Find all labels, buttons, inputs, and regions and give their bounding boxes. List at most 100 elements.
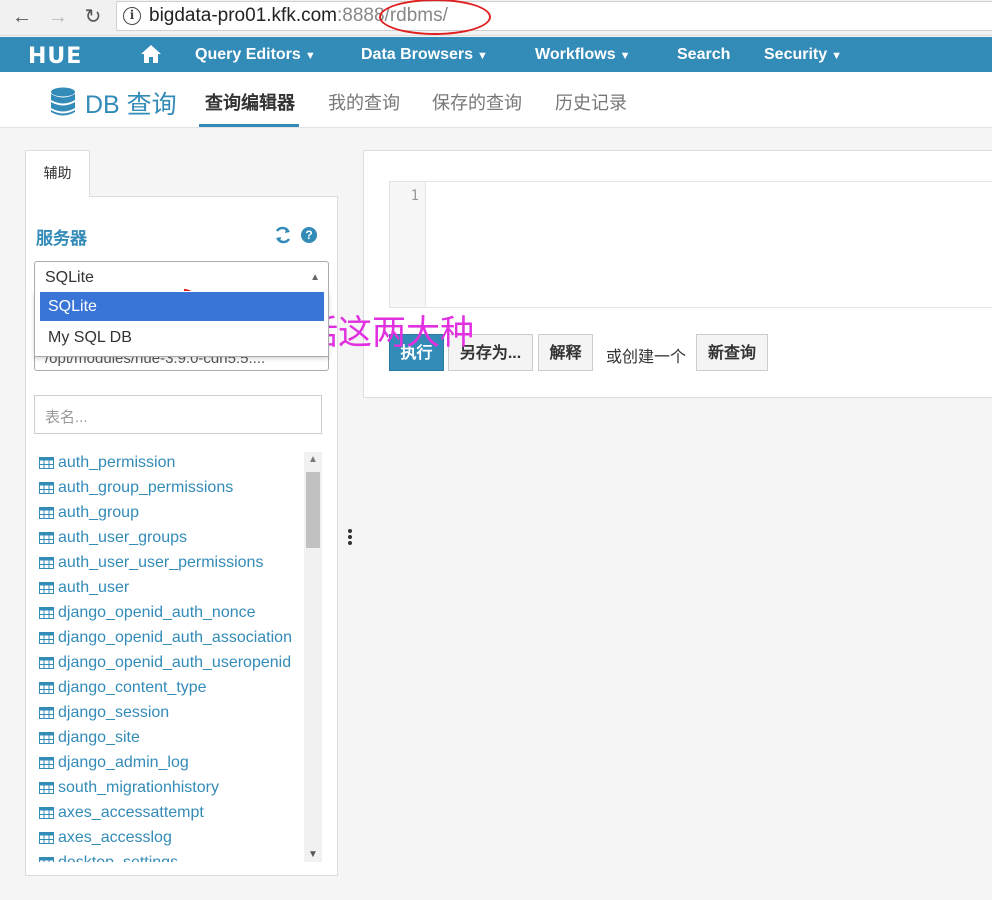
or-create-text: 或创建一个 [606, 349, 687, 366]
table-item[interactable]: axes_accesslog [38, 827, 303, 852]
table-name: django_openid_auth_nonce [58, 604, 256, 621]
table-icon [39, 657, 54, 669]
sql-editor[interactable]: 1 [389, 181, 992, 308]
table-name: south_migrationhistory [58, 779, 219, 796]
scroll-up-icon[interactable]: ▲ [308, 454, 318, 465]
nav-security[interactable]: Security ▼ [764, 46, 842, 64]
dropdown-option-mysql[interactable]: My SQL DB [40, 323, 324, 352]
table-icon [39, 582, 54, 594]
table-icon [39, 557, 54, 569]
active-tab-indicator [199, 124, 299, 127]
tab-assist[interactable]: 辅助 [25, 150, 90, 197]
browser-toolbar: ← → ↻ i bigdata-pro01.kfk.com:8888/rdbms… [0, 0, 992, 36]
table-search-input[interactable]: 表名... [34, 395, 322, 434]
table-name: auth_group_permissions [58, 479, 234, 496]
table-name: desktop_settings [58, 854, 178, 862]
table-icon [39, 457, 54, 469]
table-item[interactable]: south_migrationhistory [38, 777, 303, 802]
table-icon [39, 782, 54, 794]
table-icon [39, 632, 54, 644]
scroll-thumb[interactable] [306, 472, 320, 548]
url-host: bigdata-pro01.kfk.com [149, 5, 337, 26]
table-item[interactable]: auth_group [38, 502, 303, 527]
table-item[interactable]: axes_accessattempt [38, 802, 303, 827]
editor-gutter: 1 [390, 182, 426, 307]
table-name: django_openid_auth_association [58, 629, 292, 646]
app-subheader: DB 查询 查询编辑器 我的查询 保存的查询 历史记录 [0, 72, 992, 128]
scroll-down-icon[interactable]: ▼ [308, 849, 318, 860]
table-icon [39, 732, 54, 744]
annotation-ellipse [379, 0, 491, 35]
table-item[interactable]: auth_user_groups [38, 527, 303, 552]
table-search-placeholder: 表名... [45, 409, 88, 426]
forward-button[interactable]: → [46, 5, 70, 29]
nav-search-label: Search [677, 46, 731, 63]
table-item[interactable]: django_openid_auth_nonce [38, 602, 303, 627]
table-item[interactable]: django_session [38, 702, 303, 727]
refresh-icon[interactable] [274, 226, 292, 244]
table-name: auth_user_groups [58, 529, 187, 546]
table-name: axes_accesslog [58, 829, 172, 846]
hue-navbar: HUE Query Editors ▼ Data Browsers ▼ Workfl… [0, 37, 992, 72]
hue-logo[interactable]: HUE [28, 44, 82, 69]
table-list: auth_permission auth_group_permissions a… [38, 452, 303, 862]
help-icon[interactable]: ? [301, 227, 317, 243]
chevron-down-icon: ▼ [619, 50, 631, 62]
tab-my-queries[interactable]: 我的查询 [328, 89, 400, 115]
table-name: django_session [58, 704, 170, 721]
table-list-scrollbar[interactable]: ▲ ▼ [304, 452, 322, 862]
table-name: django_openid_auth_useropenid [58, 654, 292, 671]
table-name: django_site [58, 729, 140, 746]
table-name: auth_user_user_permissions [58, 554, 264, 571]
chevron-up-icon: ▲ [310, 272, 320, 283]
server-dropdown: SQLite My SQL DB [34, 291, 329, 357]
reload-button[interactable]: ↻ [81, 5, 105, 29]
line-number: 1 [410, 188, 419, 204]
explain-button[interactable]: 解释 [538, 334, 593, 371]
tab-saved-queries[interactable]: 保存的查询 [432, 89, 522, 115]
table-name: auth_user [58, 579, 130, 596]
table-icon [39, 607, 54, 619]
table-item[interactable]: django_site [38, 727, 303, 752]
table-icon [39, 757, 54, 769]
nav-workflows[interactable]: Workflows ▼ [535, 46, 631, 64]
chevron-down-icon: ▼ [831, 50, 843, 62]
nav-data-browsers-label: Data Browsers [361, 46, 474, 63]
nav-search[interactable]: Search [677, 46, 730, 64]
new-query-button[interactable]: 新查询 [696, 334, 768, 371]
table-item[interactable]: django_content_type [38, 677, 303, 702]
home-icon[interactable] [140, 44, 162, 64]
tab-history[interactable]: 历史记录 [555, 89, 627, 115]
table-icon [39, 707, 54, 719]
table-item[interactable]: auth_user_user_permissions [38, 552, 303, 577]
nav-query-editors[interactable]: Query Editors ▼ [195, 46, 316, 64]
table-icon [39, 857, 54, 862]
back-button[interactable]: ← [10, 5, 34, 29]
tab-query-editor[interactable]: 查询编辑器 [205, 89, 295, 115]
table-name: django_content_type [58, 679, 207, 696]
server-select-value: SQLite [45, 269, 94, 286]
table-item[interactable]: desktop_settings [38, 852, 303, 862]
database-icon [51, 87, 75, 116]
server-label: 服务器 [36, 229, 87, 248]
panel-resize-handle[interactable] [348, 529, 352, 545]
table-icon [39, 832, 54, 844]
info-icon[interactable]: i [123, 7, 141, 25]
address-bar[interactable]: i bigdata-pro01.kfk.com:8888/rdbms/ [116, 1, 992, 31]
table-icon [39, 507, 54, 519]
nav-data-browsers[interactable]: Data Browsers ▼ [361, 46, 488, 64]
nav-query-editors-label: Query Editors [195, 46, 301, 63]
table-item[interactable]: django_openid_auth_useropenid [38, 652, 303, 677]
table-item[interactable]: auth_group_permissions [38, 477, 303, 502]
table-name: auth_group [58, 504, 139, 521]
chevron-down-icon: ▼ [477, 50, 488, 62]
table-item[interactable]: django_admin_log [38, 752, 303, 777]
table-item[interactable]: django_openid_auth_association [38, 627, 303, 652]
table-name: axes_accessattempt [58, 804, 204, 821]
dropdown-option-sqlite[interactable]: SQLite [40, 292, 324, 321]
nav-security-label: Security [764, 46, 828, 63]
table-item[interactable]: auth_user [38, 577, 303, 602]
table-name: django_admin_log [58, 754, 189, 771]
app-title: DB 查询 [85, 91, 177, 119]
table-item[interactable]: auth_permission [38, 452, 303, 477]
